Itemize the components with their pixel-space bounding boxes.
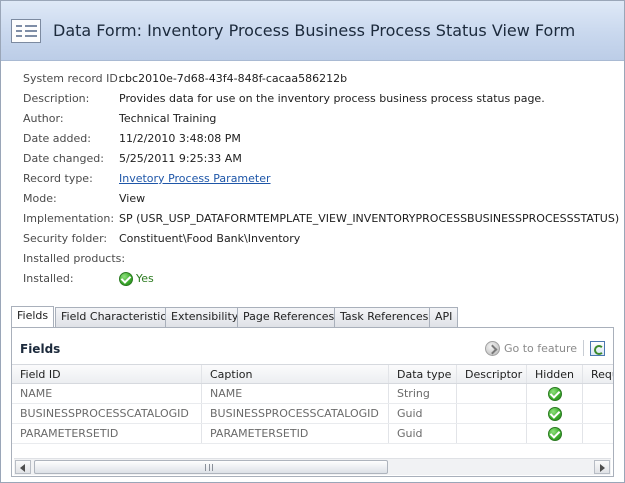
check-icon	[547, 386, 562, 401]
prop-value: SP (USR_USP_DATAFORMTEMPLATE_VIEW_INVENT…	[119, 212, 620, 225]
cell-field-id: PARAMETERSETID	[12, 424, 202, 443]
tab-api[interactable]: API	[429, 307, 459, 327]
cell-field-id: NAME	[12, 384, 202, 403]
prop-value: Constituent\Food Bank\Inventory	[119, 232, 301, 245]
tab-field-characteristics[interactable]: Field Characteristics	[55, 307, 179, 327]
panel-title: Fields	[20, 342, 61, 356]
prop-date-changed: Date changed: 5/25/2011 9:25:33 AM	[23, 149, 621, 169]
column-header-data-type[interactable]: Data type	[389, 365, 457, 383]
cell-data-type: String	[389, 384, 457, 403]
cell-hidden	[527, 404, 583, 423]
prop-label: Date added:	[23, 132, 91, 145]
installed-status: Yes	[119, 269, 154, 289]
cell-caption: PARAMETERSETID	[202, 424, 389, 443]
cell-data-type: Guid	[389, 424, 457, 443]
toolbar-separator	[583, 340, 584, 356]
column-header-required[interactable]: Requ	[583, 365, 613, 383]
panel-toolbar: Go to feature	[484, 340, 605, 356]
column-header-hidden[interactable]: Hidden	[527, 365, 583, 383]
prop-label: Security folder:	[23, 232, 108, 245]
prop-label: Record type:	[23, 172, 93, 185]
check-icon	[119, 272, 133, 286]
fields-panel: Fields Go to feature Field ID Caption Da…	[11, 327, 614, 477]
go-to-feature-button[interactable]: Go to feature	[484, 340, 577, 356]
prop-label: Mode:	[23, 192, 57, 205]
prop-label: Installed:	[23, 272, 74, 285]
go-to-feature-label: Go to feature	[503, 341, 577, 355]
page-header: Data Form: Inventory Process Business Pr…	[1, 1, 624, 61]
scroll-left-button[interactable]	[15, 460, 31, 474]
prop-system-record-id: System record ID: cbc2010e-7d68-43f4-848…	[23, 69, 621, 89]
prop-date-added: Date added: 11/2/2010 3:48:08 PM	[23, 129, 621, 149]
prop-label: Implementation:	[23, 212, 115, 225]
prop-label: System record ID:	[23, 72, 122, 85]
tab-fields[interactable]: Fields	[11, 306, 55, 327]
tab-extensibility[interactable]: Extensibility	[165, 307, 245, 327]
check-icon	[547, 426, 562, 441]
prop-label: Installed products:	[23, 252, 126, 265]
prop-label: Description:	[23, 92, 90, 105]
data-form-window: Data Form: Inventory Process Business Pr…	[0, 0, 625, 483]
installed-value: Yes	[136, 272, 154, 285]
prop-value: 5/25/2011 9:25:33 AM	[119, 152, 242, 165]
horizontal-scrollbar[interactable]	[14, 458, 611, 475]
record-type-link[interactable]: Invetory Process Parameter	[119, 169, 271, 189]
cell-data-type: Guid	[389, 404, 457, 423]
column-header-caption[interactable]: Caption	[202, 365, 389, 383]
prop-value: Provides data for use on the inventory p…	[119, 92, 545, 105]
tab-task-references[interactable]: Task References	[334, 307, 435, 327]
form-icon	[11, 19, 41, 43]
grid-header-row: Field ID Caption Data type Descriptor Hi…	[12, 364, 613, 384]
properties-list: System record ID: cbc2010e-7d68-43f4-848…	[23, 69, 621, 289]
tab-page-references[interactable]: Page References	[237, 307, 341, 327]
prop-record-type: Record type: Invetory Process Parameter	[23, 169, 621, 189]
prop-value: Technical Training	[119, 112, 217, 125]
cell-descriptor	[457, 424, 527, 443]
prop-installed-products: Installed products:	[23, 249, 621, 269]
prop-mode: Mode: View	[23, 189, 621, 209]
prop-installed: Installed: Yes	[23, 269, 621, 289]
refresh-icon[interactable]	[590, 340, 605, 356]
page-title: Data Form: Inventory Process Business Pr…	[53, 21, 576, 40]
scroll-right-button[interactable]	[594, 460, 610, 474]
scroll-thumb[interactable]	[34, 460, 388, 474]
column-header-descriptor[interactable]: Descriptor	[457, 365, 527, 383]
go-to-feature-icon	[484, 340, 500, 356]
cell-descriptor	[457, 384, 527, 403]
scroll-grip-icon	[205, 464, 213, 471]
cell-caption: BUSINESSPROCESSCATALOGID	[202, 404, 389, 423]
table-row[interactable]: PARAMETERSETID PARAMETERSETID Guid	[12, 424, 613, 444]
prop-value: View	[119, 192, 146, 205]
fields-grid: Field ID Caption Data type Descriptor Hi…	[12, 364, 613, 460]
column-header-field-id[interactable]: Field ID	[12, 365, 202, 383]
check-icon	[547, 406, 562, 421]
prop-description: Description: Provides data for use on th…	[23, 89, 621, 109]
cell-hidden	[527, 384, 583, 403]
prop-label: Author:	[23, 112, 64, 125]
cell-hidden	[527, 424, 583, 443]
cell-caption: NAME	[202, 384, 389, 403]
prop-author: Author: Technical Training	[23, 109, 621, 129]
cell-required	[583, 424, 613, 443]
prop-label: Date changed:	[23, 152, 104, 165]
cell-required	[583, 384, 613, 403]
prop-value: 11/2/2010 3:48:08 PM	[119, 132, 241, 145]
prop-value: cbc2010e-7d68-43f4-848f-cacaa586212b	[119, 72, 348, 85]
prop-security-folder: Security folder: Constituent\Food Bank\I…	[23, 229, 621, 249]
cell-descriptor	[457, 404, 527, 423]
tab-strip: Fields Field Characteristics Extensibili…	[11, 306, 614, 327]
table-row[interactable]: BUSINESSPROCESSCATALOGID BUSINESSPROCESS…	[12, 404, 613, 424]
cell-field-id: BUSINESSPROCESSCATALOGID	[12, 404, 202, 423]
table-row[interactable]: NAME NAME String	[12, 384, 613, 404]
cell-required	[583, 404, 613, 423]
prop-implementation: Implementation: SP (USR_USP_DATAFORMTEMP…	[23, 209, 621, 229]
